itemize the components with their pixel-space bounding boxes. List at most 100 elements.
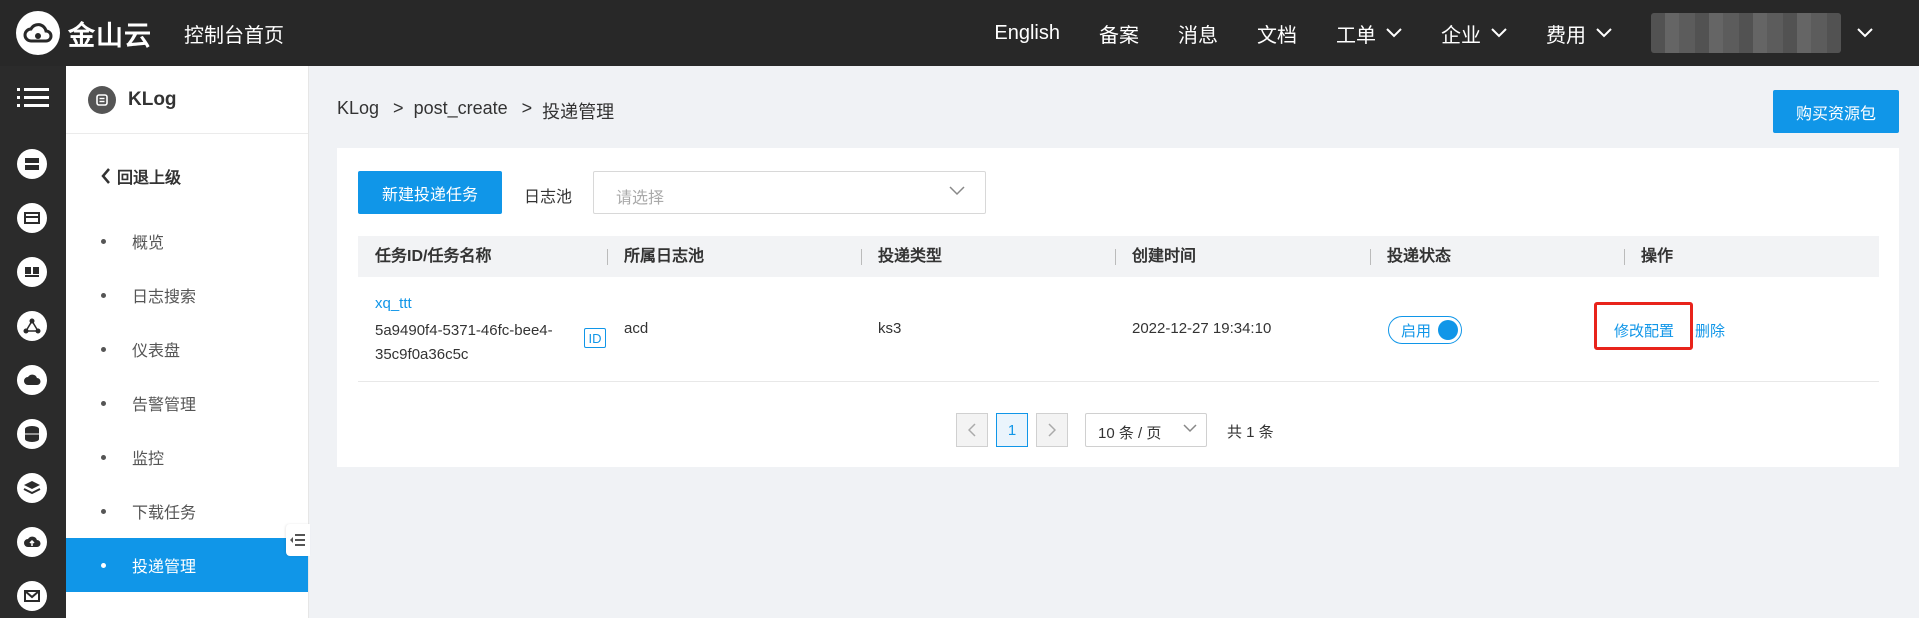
nav-tickets[interactable]: 工单 xyxy=(1336,19,1402,48)
breadcrumb-post-create[interactable]: post_create xyxy=(414,98,508,124)
sidebar-item-monitoring[interactable]: 监控 xyxy=(66,430,308,484)
chevron-left-icon xyxy=(101,168,110,184)
breadcrumb-current: 投递管理 xyxy=(542,102,615,122)
network-icon[interactable] xyxy=(17,311,47,341)
table-row: xq_ttt 5a9490f4-5371-46fc-bee4- 35c9f0a3… xyxy=(358,277,1879,382)
cloud-icon[interactable] xyxy=(17,365,47,395)
copy-id-icon[interactable]: ID xyxy=(584,328,606,348)
top-bar: 金山云 控制台首页 English 备案 消息 文档 工单 企业 费用 xyxy=(0,0,1919,66)
bullet-icon xyxy=(101,238,106,244)
nav-enterprise-label: 企业 xyxy=(1441,24,1481,47)
nav-filing[interactable]: 备案 xyxy=(1099,19,1139,48)
cloud-upload-icon[interactable] xyxy=(17,527,47,557)
nav-billing-label: 费用 xyxy=(1546,24,1586,47)
brand-logo[interactable]: 金山云 xyxy=(16,11,152,55)
status-toggle[interactable]: 启用 xyxy=(1388,316,1462,344)
sidebar-header: KLog xyxy=(66,66,308,134)
bullet-icon xyxy=(101,562,106,568)
sidebar-item-dashboard[interactable]: 仪表盘 xyxy=(66,322,308,376)
buy-resource-pack-button[interactable]: 购买资源包 xyxy=(1773,90,1899,133)
user-account-blurred[interactable] xyxy=(1651,13,1841,53)
layers-icon[interactable] xyxy=(17,473,47,503)
column-divider xyxy=(1370,249,1371,265)
sidebar-item-label: 日志搜索 xyxy=(132,289,197,306)
prev-page-button[interactable] xyxy=(956,413,988,447)
log-pool-select[interactable]: 请选择 xyxy=(593,171,986,214)
sidebar-item-label: 仪表盘 xyxy=(132,343,181,360)
console-home-link[interactable]: 控制台首页 xyxy=(184,19,284,48)
server-icon[interactable] xyxy=(17,149,47,179)
nav-english[interactable]: English xyxy=(994,22,1060,45)
column-divider xyxy=(1115,249,1116,265)
task-name-link[interactable]: xq_ttt xyxy=(375,295,412,312)
back-link[interactable]: 回退上级 xyxy=(101,164,181,188)
sidebar-item-delivery-management[interactable]: 投递管理 xyxy=(66,538,308,592)
page-size-select[interactable]: 10 条 / 页 xyxy=(1085,413,1207,447)
cloud-logo-icon xyxy=(16,11,60,55)
nav-docs[interactable]: 文档 xyxy=(1257,19,1297,48)
task-id-line: 5a9490f4-5371-46fc-bee4- xyxy=(375,322,553,339)
column-header-task: 任务ID/任务名称 xyxy=(375,248,492,265)
bullet-icon xyxy=(101,346,106,352)
cell-pool: acd xyxy=(624,320,649,337)
database-icon[interactable] xyxy=(17,419,47,449)
next-page-button[interactable] xyxy=(1036,413,1068,447)
breadcrumb-klog[interactable]: KLog xyxy=(337,98,379,124)
log-pool-placeholder: 请选择 xyxy=(616,190,665,207)
bullet-icon xyxy=(101,400,106,406)
chevron-right-icon xyxy=(1048,423,1056,437)
sidebar-item-label: 监控 xyxy=(132,451,165,468)
cell-type: ks3 xyxy=(878,320,902,337)
page-number-current[interactable]: 1 xyxy=(996,413,1028,447)
bullet-icon xyxy=(101,508,106,514)
container-icon[interactable] xyxy=(17,257,47,287)
breadcrumb-separator: > xyxy=(393,98,404,118)
collapse-icon xyxy=(290,534,305,546)
column-divider xyxy=(607,249,608,265)
page-size-value: 10 条 / 页 xyxy=(1098,425,1162,442)
task-id-line: 35c9f0a36c5c xyxy=(375,346,469,363)
delete-link[interactable]: 删除 xyxy=(1695,320,1725,341)
column-divider xyxy=(1624,249,1625,265)
bullet-icon xyxy=(101,292,106,298)
task-id: 5a9490f4-5371-46fc-bee4- 35c9f0a36c5c xyxy=(375,319,585,367)
sidebar: KLog 回退上级 概览 日志搜索 仪表盘 告警管理 监控 下载任务 投递管理 xyxy=(66,66,309,618)
brand-name: 金山云 xyxy=(68,20,152,51)
chevron-left-icon xyxy=(968,423,976,437)
nav-billing[interactable]: 费用 xyxy=(1546,19,1612,48)
sidebar-item-label: 告警管理 xyxy=(132,397,197,414)
cell-created: 2022-12-27 19:34:10 xyxy=(1132,320,1272,337)
product-rail xyxy=(0,66,66,618)
mail-icon[interactable] xyxy=(17,581,47,611)
chevron-down-icon[interactable] xyxy=(1857,28,1873,38)
breadcrumb-separator: > xyxy=(521,98,533,118)
sidebar-item-label: 投递管理 xyxy=(132,559,197,576)
nav-messages[interactable]: 消息 xyxy=(1178,19,1218,48)
column-header-status: 投递状态 xyxy=(1387,248,1452,265)
nav-enterprise[interactable]: 企业 xyxy=(1441,19,1507,48)
chevron-down-icon xyxy=(1183,424,1197,433)
top-nav: English 备案 消息 文档 工单 企业 费用 xyxy=(994,0,1919,66)
chevron-down-icon xyxy=(949,186,965,196)
sidebar-item-alerts[interactable]: 告警管理 xyxy=(66,376,308,430)
nav-messages-label: 消息 xyxy=(1178,24,1218,47)
nav-tickets-label: 工单 xyxy=(1336,24,1376,47)
nav-filing-label: 备案 xyxy=(1099,24,1139,47)
highlight-box xyxy=(1594,302,1693,350)
storage-icon[interactable] xyxy=(17,203,47,233)
toggle-knob xyxy=(1438,320,1458,340)
menu-icon[interactable] xyxy=(17,86,49,110)
log-pool-label: 日志池 xyxy=(524,189,573,206)
sidebar-item-overview[interactable]: 概览 xyxy=(66,214,308,268)
column-header-pool: 所属日志池 xyxy=(624,248,705,265)
sidebar-item-download-tasks[interactable]: 下载任务 xyxy=(66,484,308,538)
table-header: 任务ID/任务名称 所属日志池 投递类型 创建时间 投递状态 操作 xyxy=(358,236,1879,277)
sidebar-collapse-toggle[interactable] xyxy=(286,524,310,556)
sidebar-item-label: 下载任务 xyxy=(132,505,197,522)
sidebar-item-log-search[interactable]: 日志搜索 xyxy=(66,268,308,322)
new-delivery-task-button[interactable]: 新建投递任务 xyxy=(358,171,502,214)
sidebar-title: KLog xyxy=(128,88,177,110)
nav-docs-label: 文档 xyxy=(1257,24,1297,47)
breadcrumb: KLog > post_create > 投递管理 xyxy=(337,98,614,124)
chevron-down-icon xyxy=(1386,28,1402,38)
